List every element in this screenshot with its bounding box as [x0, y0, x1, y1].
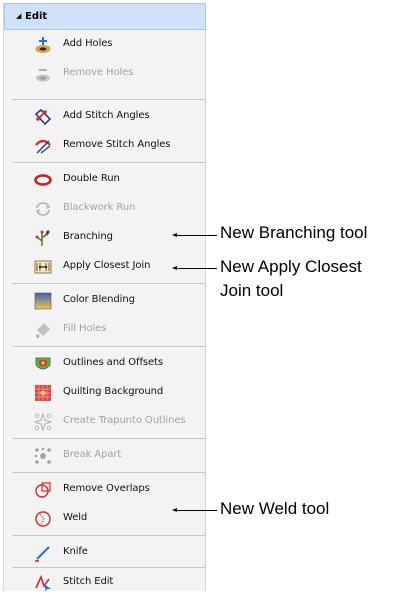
- break-apart-icon: [34, 447, 52, 465]
- item-label: Outlines and Offsets: [63, 357, 163, 368]
- divider: [13, 438, 206, 439]
- item-label: Knife: [63, 546, 88, 557]
- callout-apply-closest-join-line1: New Apply Closest: [220, 257, 362, 276]
- edit-section-header[interactable]: ◢ Edit: [4, 3, 206, 30]
- blackwork-run-button[interactable]: Blackwork Run: [4, 195, 206, 223]
- add-stitch-angles-button[interactable]: Add Stitch Angles: [4, 103, 206, 131]
- fill-holes-icon: [34, 321, 52, 339]
- create-trapunto-outlines-button[interactable]: Create Trapunto Outlines: [4, 408, 206, 436]
- section-title: Edit: [25, 11, 48, 22]
- break-apart-button[interactable]: Break Apart: [4, 442, 206, 470]
- divider: [13, 346, 206, 347]
- color-blending-icon: [34, 292, 52, 310]
- branching-icon: [34, 229, 52, 247]
- remove-stitch-angles-button[interactable]: Remove Stitch Angles: [4, 132, 206, 160]
- callout-arrow: [172, 233, 217, 237]
- outlines-and-offsets-icon: [34, 355, 52, 373]
- callout-apply-closest-join-line2: Join tool: [220, 281, 284, 300]
- divider: [13, 472, 206, 473]
- color-blending-button[interactable]: Color Blending: [4, 287, 206, 315]
- branching-button[interactable]: Branching: [4, 224, 206, 252]
- stitch-edit-icon: [34, 574, 52, 592]
- quilting-background-icon: [34, 384, 52, 402]
- callout-arrow: [172, 266, 217, 270]
- divider: [13, 99, 206, 100]
- item-label: Blackwork Run: [63, 202, 136, 213]
- item-label: Weld: [63, 512, 88, 523]
- blackwork-run-icon: [34, 200, 52, 218]
- callout-branching: New Branching tool: [220, 223, 368, 242]
- divider: [13, 535, 206, 536]
- remove-stitch-angles-icon: [34, 137, 52, 155]
- collapse-triangle-icon[interactable]: ◢: [16, 12, 21, 20]
- item-label: Remove Overlaps: [63, 483, 150, 494]
- item-label: Stitch Edit: [63, 576, 114, 587]
- double-run-button[interactable]: Double Run: [4, 166, 206, 194]
- item-label: Color Blending: [63, 294, 135, 305]
- item-label: Apply Closest Join: [63, 260, 151, 271]
- remove-holes-icon: [34, 65, 52, 83]
- item-label: Quilting Background: [63, 386, 164, 397]
- item-label: Branching: [63, 231, 113, 242]
- add-holes-button[interactable]: Add Holes: [4, 31, 206, 59]
- weld-icon: [34, 510, 52, 528]
- outlines-and-offsets-button[interactable]: Outlines and Offsets: [4, 350, 206, 378]
- item-label: Add Stitch Angles: [63, 110, 150, 121]
- remove-overlaps-icon: [34, 481, 52, 499]
- item-label: Remove Stitch Angles: [63, 139, 171, 150]
- add-holes-icon: [34, 36, 52, 54]
- double-run-icon: [34, 171, 52, 189]
- quilting-background-button[interactable]: Quilting Background: [4, 379, 206, 407]
- knife-icon: [34, 544, 52, 562]
- remove-holes-button[interactable]: Remove Holes: [4, 60, 206, 88]
- callout-weld: New Weld tool: [220, 499, 330, 518]
- divider: [13, 567, 206, 568]
- callout-arrow: [172, 508, 217, 512]
- create-trapunto-outlines-icon: [34, 413, 52, 431]
- item-label: Remove Holes: [63, 67, 134, 78]
- knife-button[interactable]: Knife: [4, 539, 206, 567]
- item-label: Double Run: [63, 173, 120, 184]
- remove-overlaps-button[interactable]: Remove Overlaps: [4, 476, 206, 504]
- edit-toolbox-panel: ◢ Edit Add Holes Remove Holes Add Stitch…: [3, 3, 206, 592]
- add-stitch-angles-icon: [34, 108, 52, 126]
- item-label: Create Trapunto Outlines: [63, 415, 186, 426]
- apply-closest-join-icon: [34, 258, 52, 276]
- item-label: Fill Holes: [63, 323, 107, 334]
- item-label: Break Apart: [63, 449, 122, 460]
- item-label: Add Holes: [63, 38, 113, 49]
- fill-holes-button[interactable]: Fill Holes: [4, 316, 206, 344]
- divider: [13, 283, 206, 284]
- divider: [13, 162, 206, 163]
